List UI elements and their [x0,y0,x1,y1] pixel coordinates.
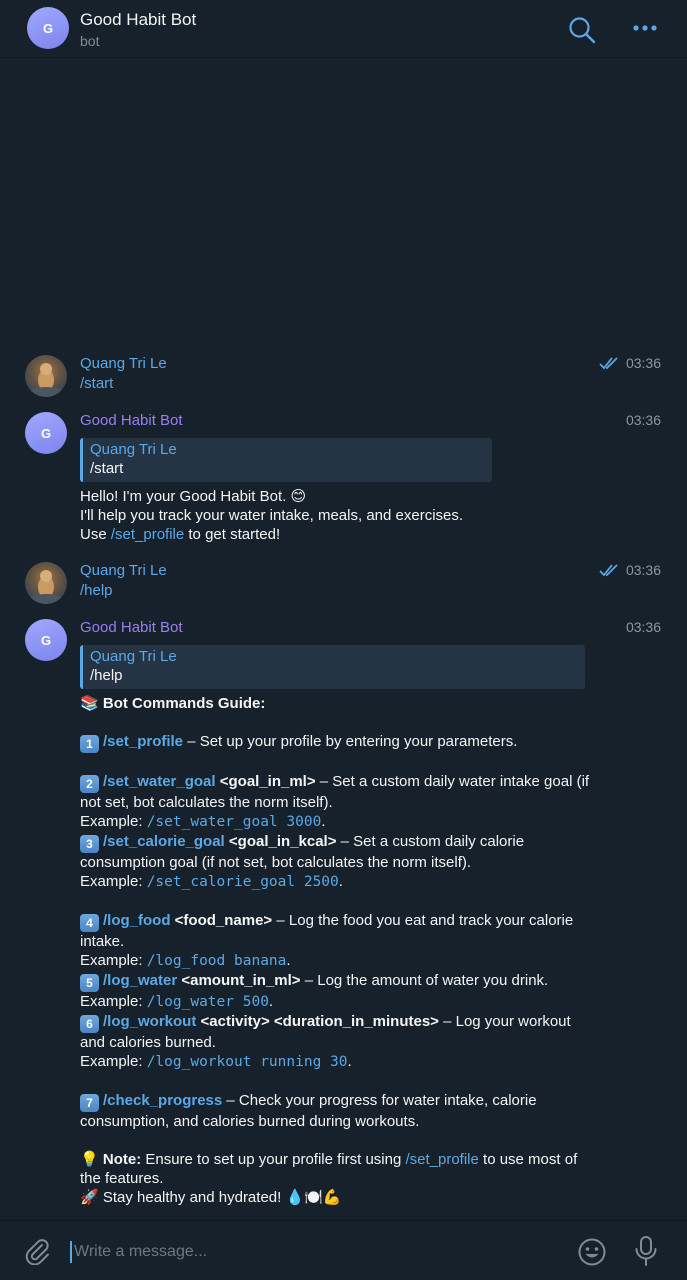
command-entry: 5/log_water <amount_in_ml> – Log the amo… [80,971,590,992]
command-link[interactable]: /help [80,582,113,599]
reply-quote[interactable]: Quang Tri Le /help [80,645,585,689]
reply-sender: Quang Tri Le [90,648,177,665]
command-link[interactable]: /log_food [103,912,171,929]
read-check-icon [599,564,618,577]
command-link[interactable]: /set_water_goal [103,773,216,790]
guide-closing: 🚀 Stay healthy and hydrated! 💧🍽️💪 [80,1189,342,1206]
read-check-icon [599,357,618,370]
message-item: Quang Tri Le 03:36 /help [0,562,687,606]
command-link[interactable]: /set_profile [405,1151,478,1168]
user-avatar[interactable] [25,562,67,604]
reply-text: /help [90,667,123,684]
guide-note: 💡 Note: Ensure to set up your profile fi… [80,1150,578,1187]
message-time: 03:36 [625,412,661,428]
keycap-number-icon: 4 [80,914,99,932]
keycap-number-icon: 5 [80,974,99,992]
example-code[interactable]: /log_food banana [147,953,287,969]
reply-text: /start [90,460,124,477]
keycap-number-icon: 7 [80,1094,99,1112]
chat-header: G Good Habit Bot bot [0,0,687,58]
command-link[interactable]: /log_workout [103,1013,196,1030]
command-link[interactable]: /set_profile [103,733,183,750]
command-example: Example: /log_water 500. [80,993,274,1010]
user-photo-image [28,570,64,604]
search-icon[interactable] [567,15,597,45]
chat-subtitle: bot [80,33,100,49]
command-link[interactable]: /set_calorie_goal [103,833,225,850]
emoji-icon[interactable] [577,1237,607,1267]
message-list[interactable]: Quang Tri Le 03:36 /start G Good Habit B… [0,58,687,1220]
bot-avatar[interactable]: G [25,412,67,454]
sender-name[interactable]: Good Habit Bot [80,412,183,429]
command-example: Example: /set_calorie_goal 2500. [80,873,343,890]
message-text: Hello! I'm your Good Habit Bot. 😊 I'll h… [80,487,600,544]
keycap-number-icon: 2 [80,775,99,793]
keycap-number-icon: 6 [80,1015,99,1033]
command-example: Example: /log_workout running 30. [80,1053,352,1070]
command-example: Example: /set_water_goal 3000. [80,813,326,830]
keycap-number-icon: 1 [80,735,99,753]
reply-sender: Quang Tri Le [90,441,177,458]
bot-avatar[interactable]: G [25,619,67,661]
message-time: 03:36 [625,355,661,371]
user-photo-image [28,363,64,397]
message-item: Quang Tri Le 03:36 /start [0,355,687,399]
command-entry: 1/set_profile – Set up your profile by e… [80,732,590,753]
keycap-number-icon: 3 [80,835,99,853]
sender-name[interactable]: Quang Tri Le [80,355,167,372]
command-link[interactable]: /start [80,375,113,392]
message-composer [0,1220,687,1280]
command-example: Example: /log_food banana. [80,952,291,969]
user-avatar[interactable] [25,355,67,397]
command-entry: 4/log_food <food_name> – Log the food yo… [80,912,574,950]
text-line: Use /set_profile to get started! [80,526,281,543]
sender-name[interactable]: Quang Tri Le [80,562,167,579]
message-time: 03:36 [625,562,661,578]
more-icon[interactable] [630,18,660,38]
text-line: Hello! I'm your Good Habit Bot. 😊 [80,488,307,505]
message-input[interactable] [70,1241,550,1263]
message-item: G Good Habit Bot 03:36 Quang Tri Le /hel… [0,619,687,699]
sender-name[interactable]: Good Habit Bot [80,619,183,636]
attach-icon[interactable] [23,1237,51,1265]
mic-icon[interactable] [633,1235,659,1267]
command-link[interactable]: /check_progress [103,1092,222,1109]
chat-title[interactable]: Good Habit Bot [80,10,196,30]
text-line: I'll help you track your water intake, m… [80,507,464,524]
example-code[interactable]: /log_workout running 30 [147,1054,348,1070]
example-code[interactable]: /log_water 500 [147,994,269,1010]
command-entry: 7/check_progress – Check your progress f… [80,1092,537,1130]
reply-quote[interactable]: Quang Tri Le /start [80,438,492,482]
command-entry: 3/set_calorie_goal <goal_in_kcal> – Set … [80,833,525,871]
example-code[interactable]: /set_calorie_goal 2500 [147,874,339,890]
command-link[interactable]: /set_profile [111,526,184,543]
command-link[interactable]: /log_water [103,972,177,989]
help-guide-text: 📚 Bot Commands Guide: 1/set_profile – Se… [80,694,590,1207]
example-code[interactable]: /set_water_goal 3000 [147,814,322,830]
guide-heading: 📚 Bot Commands Guide: [80,694,266,712]
message-time: 03:36 [625,619,661,635]
bot-avatar[interactable]: G [27,7,69,49]
command-entry: 6/log_workout <activity> <duration_in_mi… [80,1013,571,1051]
command-entry: 2/set_water_goal <goal_in_ml> – Set a cu… [80,773,590,811]
